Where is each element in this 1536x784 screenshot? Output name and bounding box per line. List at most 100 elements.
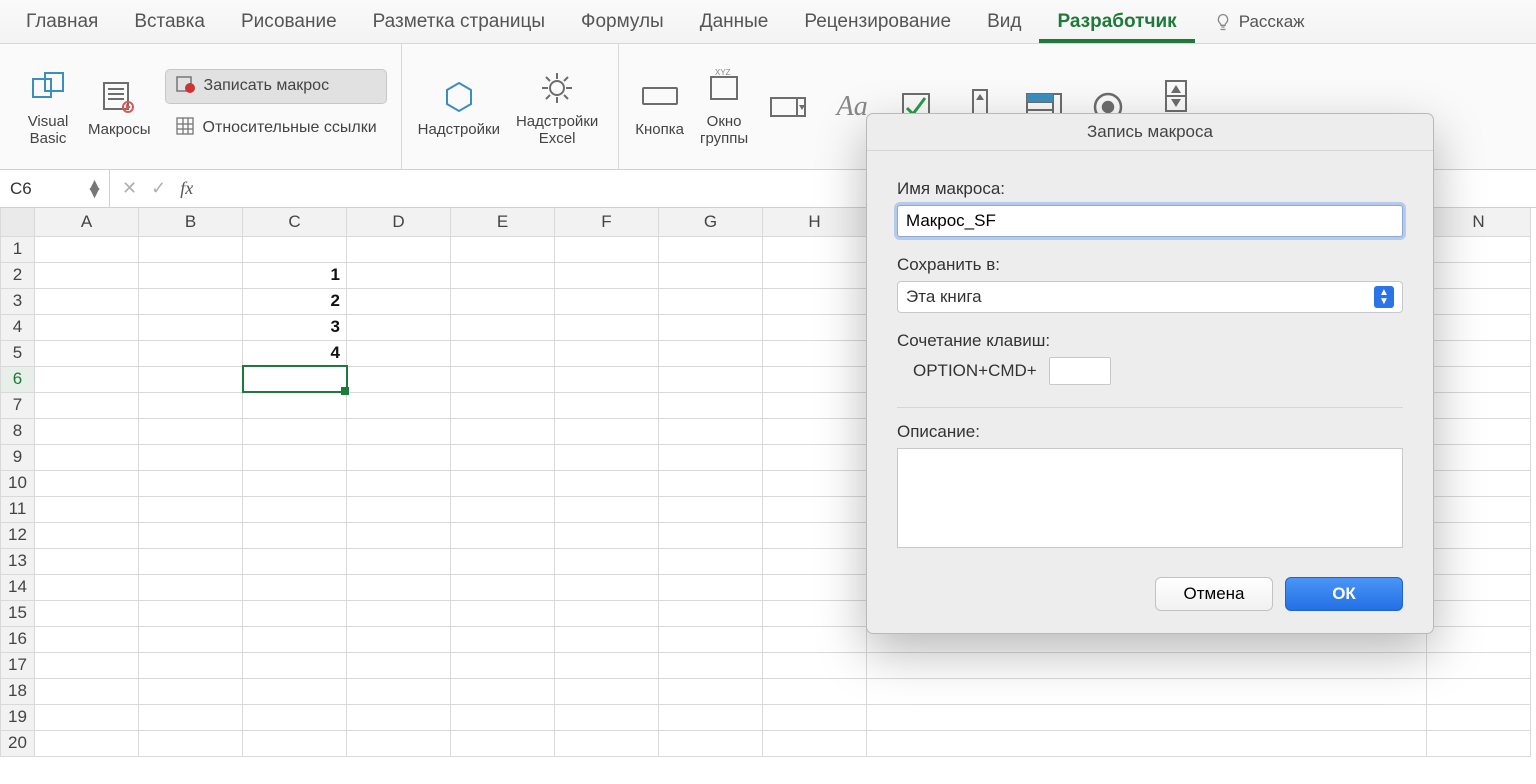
cell-F11[interactable]: [555, 496, 659, 522]
cell-B5[interactable]: [139, 340, 243, 366]
cell-N1[interactable]: [1427, 236, 1531, 262]
cell-G14[interactable]: [659, 574, 763, 600]
cell-H13[interactable]: [763, 548, 867, 574]
cell-F13[interactable]: [555, 548, 659, 574]
cell-H7[interactable]: [763, 392, 867, 418]
cell-D17[interactable]: [347, 652, 451, 678]
row-header-13[interactable]: 13: [1, 548, 35, 574]
cell-D4[interactable]: [347, 314, 451, 340]
name-box[interactable]: C6 ▲ ▼: [0, 170, 110, 207]
cell-H10[interactable]: [763, 470, 867, 496]
cell-D1[interactable]: [347, 236, 451, 262]
tab-home[interactable]: Главная: [8, 1, 116, 43]
cell-B16[interactable]: [139, 626, 243, 652]
cell-G15[interactable]: [659, 600, 763, 626]
cell-G11[interactable]: [659, 496, 763, 522]
macros-button[interactable]: Макросы: [82, 71, 157, 142]
cell-A7[interactable]: [35, 392, 139, 418]
cell-E4[interactable]: [451, 314, 555, 340]
button-control[interactable]: Кнопка: [629, 71, 690, 142]
cell-D9[interactable]: [347, 444, 451, 470]
row-header-18[interactable]: 18: [1, 678, 35, 704]
cell-G2[interactable]: [659, 262, 763, 288]
tab-view[interactable]: Вид: [969, 1, 1039, 43]
macro-name-input[interactable]: [897, 205, 1403, 237]
cell-C7[interactable]: [243, 392, 347, 418]
cell-D18[interactable]: [347, 678, 451, 704]
col-header-F[interactable]: F: [555, 208, 659, 236]
select-all-corner[interactable]: [1, 208, 35, 236]
cell-G9[interactable]: [659, 444, 763, 470]
cell-D11[interactable]: [347, 496, 451, 522]
cell-E7[interactable]: [451, 392, 555, 418]
cell-B2[interactable]: [139, 262, 243, 288]
cell-H4[interactable]: [763, 314, 867, 340]
tab-developer[interactable]: Разработчик: [1039, 1, 1194, 43]
cancel-button[interactable]: Отмена: [1155, 577, 1273, 611]
cell-N14[interactable]: [1427, 574, 1531, 600]
cell-A5[interactable]: [35, 340, 139, 366]
cell-E20[interactable]: [451, 730, 555, 756]
cell-G6[interactable]: [659, 366, 763, 392]
tab-formulas[interactable]: Формулы: [563, 1, 682, 43]
cell-F7[interactable]: [555, 392, 659, 418]
cell-G7[interactable]: [659, 392, 763, 418]
visual-basic-button[interactable]: Visual Basic: [18, 63, 78, 151]
ok-button[interactable]: ОК: [1285, 577, 1403, 611]
cell-N11[interactable]: [1427, 496, 1531, 522]
row-header-3[interactable]: 3: [1, 288, 35, 314]
row-header-17[interactable]: 17: [1, 652, 35, 678]
cell-E14[interactable]: [451, 574, 555, 600]
cell-D15[interactable]: [347, 600, 451, 626]
tell-me[interactable]: Расскаж: [1195, 12, 1305, 32]
tab-page-layout[interactable]: Разметка страницы: [355, 1, 563, 43]
cell-F9[interactable]: [555, 444, 659, 470]
cell-B4[interactable]: [139, 314, 243, 340]
cell-G4[interactable]: [659, 314, 763, 340]
cell-B12[interactable]: [139, 522, 243, 548]
cell-H8[interactable]: [763, 418, 867, 444]
cell-F12[interactable]: [555, 522, 659, 548]
cell-E15[interactable]: [451, 600, 555, 626]
cell-A2[interactable]: [35, 262, 139, 288]
cell-A8[interactable]: [35, 418, 139, 444]
cell-F5[interactable]: [555, 340, 659, 366]
row-header-10[interactable]: 10: [1, 470, 35, 496]
cell-D3[interactable]: [347, 288, 451, 314]
col-header-C[interactable]: C: [243, 208, 347, 236]
cell-B8[interactable]: [139, 418, 243, 444]
cell-N7[interactable]: [1427, 392, 1531, 418]
cell-E18[interactable]: [451, 678, 555, 704]
row-header-7[interactable]: 7: [1, 392, 35, 418]
cell-A10[interactable]: [35, 470, 139, 496]
shortcut-input[interactable]: [1049, 357, 1111, 385]
cell-N13[interactable]: [1427, 548, 1531, 574]
cell-B19[interactable]: [139, 704, 243, 730]
cell-A1[interactable]: [35, 236, 139, 262]
row-header-6[interactable]: 6: [1, 366, 35, 392]
cell-F4[interactable]: [555, 314, 659, 340]
cell-C11[interactable]: [243, 496, 347, 522]
cell-E16[interactable]: [451, 626, 555, 652]
row-header-5[interactable]: 5: [1, 340, 35, 366]
name-box-stepper[interactable]: ▲ ▼: [86, 181, 103, 197]
row-header-1[interactable]: 1: [1, 236, 35, 262]
store-in-select[interactable]: Эта книга ▲▼: [897, 281, 1403, 313]
cell-N20[interactable]: [1427, 730, 1531, 756]
cell-C19[interactable]: [243, 704, 347, 730]
cell-B14[interactable]: [139, 574, 243, 600]
cell-B17[interactable]: [139, 652, 243, 678]
cell-G13[interactable]: [659, 548, 763, 574]
cell-D2[interactable]: [347, 262, 451, 288]
cell-C1[interactable]: [243, 236, 347, 262]
cell-G12[interactable]: [659, 522, 763, 548]
cell-E6[interactable]: [451, 366, 555, 392]
cell-G17[interactable]: [659, 652, 763, 678]
cell-C4[interactable]: 3: [243, 314, 347, 340]
cell-N16[interactable]: [1427, 626, 1531, 652]
cell-C5[interactable]: 4: [243, 340, 347, 366]
cell-E8[interactable]: [451, 418, 555, 444]
col-header-A[interactable]: A: [35, 208, 139, 236]
group-window-control[interactable]: XYZ Окно группы: [694, 63, 754, 151]
cell-N3[interactable]: [1427, 288, 1531, 314]
